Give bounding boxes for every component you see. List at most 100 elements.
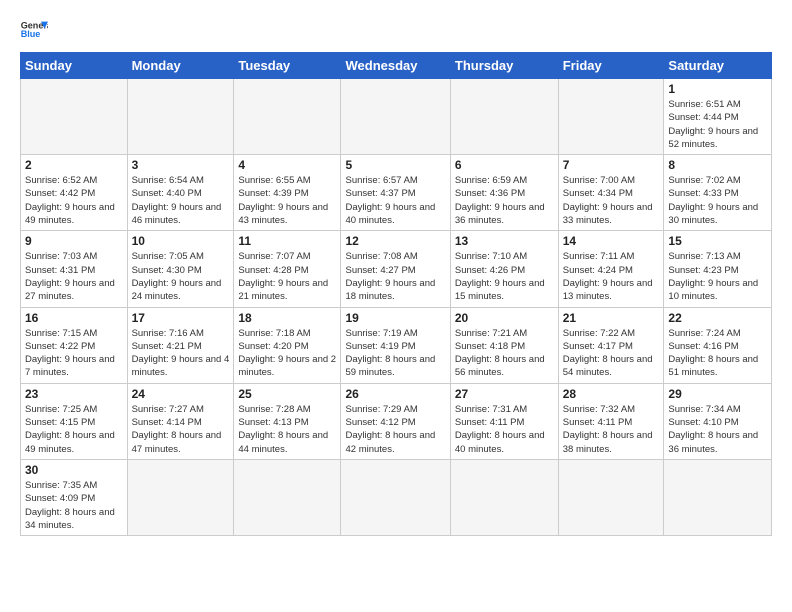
weekday-header-friday: Friday — [558, 53, 664, 79]
weekday-header-saturday: Saturday — [664, 53, 772, 79]
calendar-week-6: 30 Sunrise: 7:35 AM Sunset: 4:09 PM Dayli… — [21, 459, 772, 535]
calendar-cell: 13 Sunrise: 7:10 AM Sunset: 4:26 PM Dayli… — [450, 231, 558, 307]
calendar-cell: 30 Sunrise: 7:35 AM Sunset: 4:09 PM Dayli… — [21, 459, 128, 535]
calendar-cell: 25 Sunrise: 7:28 AM Sunset: 4:13 PM Dayli… — [234, 383, 341, 459]
day-info: Sunrise: 6:52 AM Sunset: 4:42 PM Dayligh… — [25, 174, 123, 227]
calendar-cell — [341, 459, 450, 535]
day-info: Sunrise: 7:10 AM Sunset: 4:26 PM Dayligh… — [455, 250, 554, 303]
day-info: Sunrise: 7:19 AM Sunset: 4:19 PM Dayligh… — [345, 327, 445, 380]
day-info: Sunrise: 6:57 AM Sunset: 4:37 PM Dayligh… — [345, 174, 445, 227]
calendar-cell: 27 Sunrise: 7:31 AM Sunset: 4:11 PM Dayli… — [450, 383, 558, 459]
header: General Blue — [20, 16, 772, 44]
calendar-cell: 8Sunrise: 7:02 AM Sunset: 4:33 PM Daylig… — [664, 155, 772, 231]
calendar-cell — [450, 79, 558, 155]
day-info: Sunrise: 7:15 AM Sunset: 4:22 PM Dayligh… — [25, 327, 123, 380]
calendar-week-5: 23 Sunrise: 7:25 AM Sunset: 4:15 PM Dayli… — [21, 383, 772, 459]
day-number: 14 — [563, 234, 660, 248]
calendar-cell: 24Sunrise: 7:27 AM Sunset: 4:14 PM Dayli… — [127, 383, 234, 459]
day-number: 5 — [345, 158, 445, 172]
day-number: 10 — [132, 234, 230, 248]
calendar-cell: 6 Sunrise: 6:59 AM Sunset: 4:36 PM Daylig… — [450, 155, 558, 231]
day-info: Sunrise: 7:03 AM Sunset: 4:31 PM Dayligh… — [25, 250, 123, 303]
day-number: 6 — [455, 158, 554, 172]
calendar-cell — [234, 79, 341, 155]
calendar-cell: 12 Sunrise: 7:08 AM Sunset: 4:27 PM Dayli… — [341, 231, 450, 307]
calendar-cell: 2 Sunrise: 6:52 AM Sunset: 4:42 PM Daylig… — [21, 155, 128, 231]
day-number: 17 — [132, 311, 230, 325]
day-info: Sunrise: 7:29 AM Sunset: 4:12 PM Dayligh… — [345, 403, 445, 456]
day-info: Sunrise: 7:08 AM Sunset: 4:27 PM Dayligh… — [345, 250, 445, 303]
day-number: 25 — [238, 387, 336, 401]
calendar-cell: 3Sunrise: 6:54 AM Sunset: 4:40 PM Daylig… — [127, 155, 234, 231]
day-info: Sunrise: 7:18 AM Sunset: 4:20 PM Dayligh… — [238, 327, 336, 380]
day-info: Sunrise: 7:27 AM Sunset: 4:14 PM Dayligh… — [132, 403, 230, 456]
calendar-cell: 26 Sunrise: 7:29 AM Sunset: 4:12 PM Dayli… — [341, 383, 450, 459]
day-number: 13 — [455, 234, 554, 248]
day-number: 20 — [455, 311, 554, 325]
calendar-cell: 5 Sunrise: 6:57 AM Sunset: 4:37 PM Daylig… — [341, 155, 450, 231]
day-info: Sunrise: 7:11 AM Sunset: 4:24 PM Dayligh… — [563, 250, 660, 303]
day-number: 19 — [345, 311, 445, 325]
weekday-header-thursday: Thursday — [450, 53, 558, 79]
logo-icon: General Blue — [20, 16, 48, 44]
calendar-week-1: 1 Sunrise: 6:51 AM Sunset: 4:44 PM Daylig… — [21, 79, 772, 155]
day-number: 26 — [345, 387, 445, 401]
calendar-cell: 18Sunrise: 7:18 AM Sunset: 4:20 PM Dayli… — [234, 307, 341, 383]
calendar-cell: 15 Sunrise: 7:13 AM Sunset: 4:23 PM Dayli… — [664, 231, 772, 307]
day-info: Sunrise: 7:32 AM Sunset: 4:11 PM Dayligh… — [563, 403, 660, 456]
day-number: 28 — [563, 387, 660, 401]
calendar-cell: 7Sunrise: 7:00 AM Sunset: 4:34 PM Daylig… — [558, 155, 664, 231]
day-number: 15 — [668, 234, 767, 248]
calendar-cell — [450, 459, 558, 535]
day-number: 1 — [668, 82, 767, 96]
calendar-cell — [127, 459, 234, 535]
day-info: Sunrise: 6:59 AM Sunset: 4:36 PM Dayligh… — [455, 174, 554, 227]
calendar-cell — [558, 79, 664, 155]
day-number: 30 — [25, 463, 123, 477]
day-number: 16 — [25, 311, 123, 325]
day-number: 23 — [25, 387, 123, 401]
calendar-cell: 17 Sunrise: 7:16 AM Sunset: 4:21 PM Dayli… — [127, 307, 234, 383]
day-number: 12 — [345, 234, 445, 248]
calendar-cell — [21, 79, 128, 155]
day-info: Sunrise: 7:31 AM Sunset: 4:11 PM Dayligh… — [455, 403, 554, 456]
calendar-cell — [558, 459, 664, 535]
calendar-table: SundayMondayTuesdayWednesdayThursdayFrid… — [20, 52, 772, 536]
calendar-cell — [127, 79, 234, 155]
day-number: 29 — [668, 387, 767, 401]
day-info: Sunrise: 7:05 AM Sunset: 4:30 PM Dayligh… — [132, 250, 230, 303]
calendar-cell — [664, 459, 772, 535]
day-info: Sunrise: 6:51 AM Sunset: 4:44 PM Dayligh… — [668, 98, 767, 151]
day-number: 21 — [563, 311, 660, 325]
weekday-header-tuesday: Tuesday — [234, 53, 341, 79]
day-info: Sunrise: 7:02 AM Sunset: 4:33 PM Dayligh… — [668, 174, 767, 227]
day-info: Sunrise: 7:35 AM Sunset: 4:09 PM Dayligh… — [25, 479, 123, 532]
calendar-cell: 19 Sunrise: 7:19 AM Sunset: 4:19 PM Dayli… — [341, 307, 450, 383]
calendar-cell: 4Sunrise: 6:55 AM Sunset: 4:39 PM Daylig… — [234, 155, 341, 231]
weekday-header-sunday: Sunday — [21, 53, 128, 79]
svg-text:Blue: Blue — [21, 29, 41, 39]
calendar-cell: 14 Sunrise: 7:11 AM Sunset: 4:24 PM Dayli… — [558, 231, 664, 307]
day-info: Sunrise: 7:00 AM Sunset: 4:34 PM Dayligh… — [563, 174, 660, 227]
calendar-cell: 1 Sunrise: 6:51 AM Sunset: 4:44 PM Daylig… — [664, 79, 772, 155]
day-number: 2 — [25, 158, 123, 172]
weekday-header-monday: Monday — [127, 53, 234, 79]
calendar-cell: 16 Sunrise: 7:15 AM Sunset: 4:22 PM Dayli… — [21, 307, 128, 383]
day-info: Sunrise: 6:54 AM Sunset: 4:40 PM Dayligh… — [132, 174, 230, 227]
day-info: Sunrise: 7:07 AM Sunset: 4:28 PM Dayligh… — [238, 250, 336, 303]
calendar-cell: 22Sunrise: 7:24 AM Sunset: 4:16 PM Dayli… — [664, 307, 772, 383]
calendar-cell: 10 Sunrise: 7:05 AM Sunset: 4:30 PM Dayli… — [127, 231, 234, 307]
weekday-header-wednesday: Wednesday — [341, 53, 450, 79]
calendar-week-2: 2 Sunrise: 6:52 AM Sunset: 4:42 PM Daylig… — [21, 155, 772, 231]
day-number: 27 — [455, 387, 554, 401]
day-info: Sunrise: 7:25 AM Sunset: 4:15 PM Dayligh… — [25, 403, 123, 456]
day-number: 9 — [25, 234, 123, 248]
day-info: Sunrise: 7:16 AM Sunset: 4:21 PM Dayligh… — [132, 327, 230, 380]
weekday-header-row: SundayMondayTuesdayWednesdayThursdayFrid… — [21, 53, 772, 79]
calendar-cell: 20Sunrise: 7:21 AM Sunset: 4:18 PM Dayli… — [450, 307, 558, 383]
calendar-week-3: 9 Sunrise: 7:03 AM Sunset: 4:31 PM Daylig… — [21, 231, 772, 307]
calendar-cell: 9 Sunrise: 7:03 AM Sunset: 4:31 PM Daylig… — [21, 231, 128, 307]
day-info: Sunrise: 7:13 AM Sunset: 4:23 PM Dayligh… — [668, 250, 767, 303]
day-number: 22 — [668, 311, 767, 325]
day-info: Sunrise: 7:28 AM Sunset: 4:13 PM Dayligh… — [238, 403, 336, 456]
